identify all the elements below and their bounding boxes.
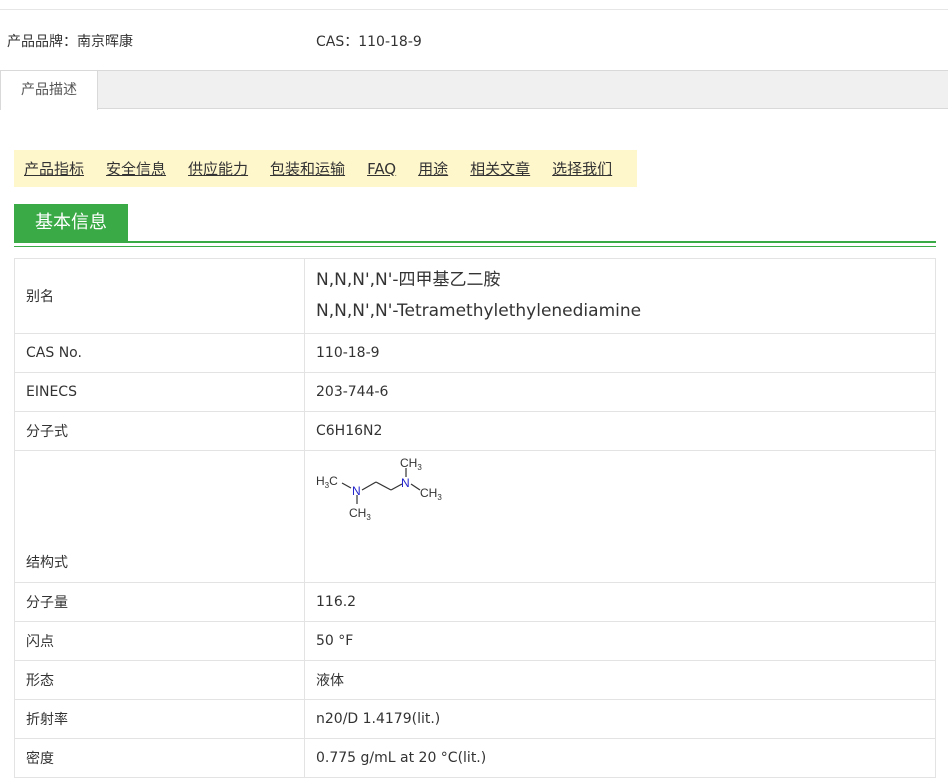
- atom-nitrogen: N: [352, 484, 361, 498]
- anchor-link-usage[interactable]: 用途: [418, 158, 448, 179]
- row-key: 闪点: [14, 621, 305, 661]
- section-title: 基本信息: [14, 204, 128, 242]
- top-divider: [0, 9, 948, 10]
- row-value: 液体: [304, 660, 936, 700]
- spec-table: 别名 N,N,N',N'-四甲基乙二胺 N,N,N',N'-Tetramethy…: [14, 258, 936, 778]
- row-value: 50 °F: [304, 621, 936, 661]
- row-value: 110-18-9: [304, 333, 936, 373]
- atom-label: CH3: [420, 486, 442, 502]
- row-key: EINECS: [14, 372, 305, 412]
- row-value: 203-744-6: [304, 372, 936, 412]
- anchor-link-safety[interactable]: 安全信息: [106, 158, 166, 179]
- bond: [375, 481, 392, 491]
- alias-en: N,N,N',N'-Tetramethylethylenediamine: [316, 301, 642, 321]
- table-row: 分子量 116.2: [14, 582, 936, 622]
- atom-label: CH3: [349, 506, 371, 522]
- row-key: 折射率: [14, 699, 305, 739]
- table-row: 分子式 C6H16N2: [14, 411, 936, 451]
- structure-diagram: H3C N CH3 N CH3 CH3: [316, 456, 442, 522]
- row-key: 别名: [14, 258, 305, 334]
- table-row: EINECS 203-744-6: [14, 372, 936, 412]
- row-key: 密度: [14, 738, 305, 778]
- row-value: N,N,N',N'-四甲基乙二胺 N,N,N',N'-Tetramethylet…: [304, 258, 936, 334]
- tab-product-description[interactable]: 产品描述: [0, 70, 98, 110]
- atom-label: H3C: [316, 474, 338, 490]
- tab-bar: 产品描述: [0, 70, 948, 110]
- row-key: 分子式: [14, 411, 305, 451]
- row-key: CAS No.: [14, 333, 305, 373]
- table-row: 密度 0.775 g/mL at 20 °C(lit.): [14, 738, 936, 778]
- table-row: 形态 液体: [14, 660, 936, 700]
- anchor-nav: 产品指标 安全信息 供应能力 包装和运输 FAQ 用途 相关文章 选择我们: [14, 150, 637, 187]
- bond: [341, 482, 352, 489]
- section-divider-thin: [14, 246, 936, 247]
- atom-nitrogen: N: [401, 476, 410, 490]
- alias-cn: N,N,N',N'-四甲基乙二胺: [316, 270, 501, 290]
- table-row: 别名 N,N,N',N'-四甲基乙二胺 N,N,N',N'-Tetramethy…: [14, 258, 936, 334]
- table-row: 结构式 H3C N CH3 N CH3 CH3: [14, 450, 936, 583]
- row-key: 结构式: [14, 450, 305, 583]
- anchor-link-packaging[interactable]: 包装和运输: [270, 158, 345, 179]
- product-info-row: 产品品牌：南京晖康 CAS：110-18-9: [0, 31, 948, 51]
- anchor-link-why-us[interactable]: 选择我们: [552, 158, 612, 179]
- anchor-link-articles[interactable]: 相关文章: [470, 158, 530, 179]
- anchor-link-faq[interactable]: FAQ: [367, 160, 396, 178]
- row-value: 0.775 g/mL at 20 °C(lit.): [304, 738, 936, 778]
- atom-label: CH3: [400, 457, 422, 472]
- row-value: C6H16N2: [304, 411, 936, 451]
- anchor-link-specs[interactable]: 产品指标: [24, 158, 84, 179]
- product-cas: CAS：110-18-9: [316, 34, 422, 50]
- row-value: H3C N CH3 N CH3 CH3: [304, 450, 936, 583]
- section-divider: [14, 241, 936, 243]
- table-row: CAS No. 110-18-9: [14, 333, 936, 373]
- basic-info-header: 基本信息: [14, 204, 936, 247]
- table-row: 折射率 n20/D 1.4179(lit.): [14, 699, 936, 739]
- anchor-link-supply[interactable]: 供应能力: [188, 158, 248, 179]
- row-key: 形态: [14, 660, 305, 700]
- table-row: 闪点 50 °F: [14, 621, 936, 661]
- row-value: n20/D 1.4179(lit.): [304, 699, 936, 739]
- product-brand: 产品品牌：南京晖康: [7, 34, 133, 50]
- row-key: 分子量: [14, 582, 305, 622]
- bond: [410, 483, 421, 491]
- bond: [361, 481, 377, 491]
- row-value: 116.2: [304, 582, 936, 622]
